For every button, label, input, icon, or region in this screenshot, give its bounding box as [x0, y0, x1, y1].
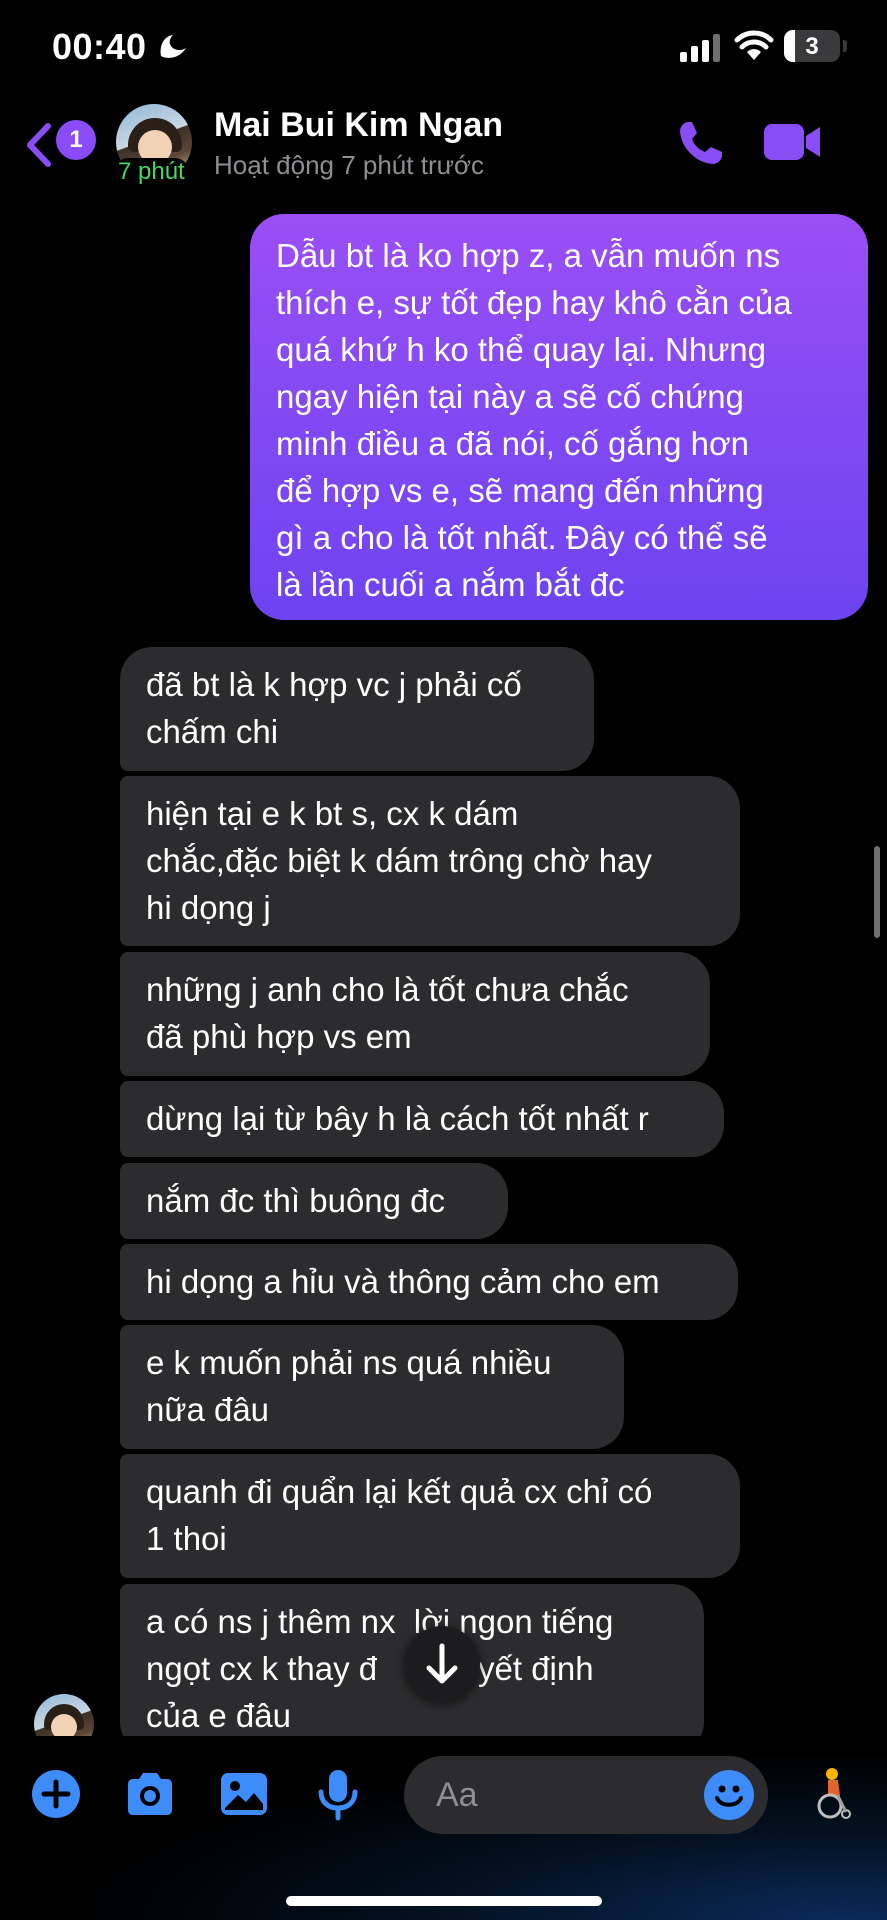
- signal-icon: [680, 34, 720, 62]
- gallery-button[interactable]: [216, 1766, 272, 1822]
- scrollbar[interactable]: [874, 846, 880, 938]
- battery-level: 3: [805, 33, 819, 60]
- message-line: quanh đi quẩn lại kết quả cx chỉ có: [146, 1473, 653, 1510]
- incoming-message[interactable]: những j anh cho là tốt chưa chắc đã phù …: [120, 952, 710, 1076]
- quick-reaction-button[interactable]: [810, 1766, 854, 1820]
- back-chevron-icon: [27, 123, 51, 167]
- message-line: những j anh cho là tốt chưa chắc: [146, 971, 629, 1008]
- message-line: chấm chi: [146, 713, 279, 750]
- contact-name[interactable]: Mai Bui Kim Ngan: [214, 106, 503, 145]
- active-time-tag: 7 phút: [114, 158, 189, 186]
- message-line: đã phù hợp vs em: [146, 1018, 412, 1055]
- emoji-icon: [715, 1785, 743, 1807]
- call-button[interactable]: [676, 118, 726, 168]
- wheelchair-emoji-icon: [817, 1768, 851, 1819]
- composer-bar: [0, 1736, 887, 1920]
- arrow-down-icon: [426, 1643, 458, 1684]
- incoming-message[interactable]: quanh đi quẩn lại kết quả cx chỉ có 1 th…: [120, 1454, 740, 1578]
- message-line: 1 thoi: [146, 1520, 227, 1557]
- message-line: hi dọng a hỉu và thông cảm cho em: [146, 1263, 660, 1300]
- video-call-button[interactable]: [762, 120, 824, 164]
- do-not-disturb-icon: [160, 35, 186, 58]
- status-bar: 00:40 3: [0, 0, 887, 100]
- incoming-message[interactable]: e k muốn phải ns quá nhiều nữa đâu: [120, 1325, 624, 1449]
- message-line: minh điều a đã nói, cố gắng hơn: [276, 425, 749, 462]
- message-line: nắm đc thì buông đc: [146, 1182, 446, 1219]
- message-thread[interactable]: Dẫu bt là ko hợp z, a vẫn muốn ns thích …: [0, 200, 887, 1736]
- message-line: quá khứ h ko thể quay lại. Nhưng: [276, 331, 766, 368]
- plus-button[interactable]: [28, 1766, 84, 1822]
- camera-button[interactable]: [122, 1766, 178, 1822]
- incoming-message[interactable]: hi dọng a hỉu và thông cảm cho em: [120, 1244, 738, 1320]
- message-line: thích e, sự tốt đẹp hay khô cằn của: [276, 284, 792, 321]
- message-line: đã bt là k hợp vc j phải cố: [146, 666, 522, 703]
- unread-badge: 1: [56, 120, 96, 160]
- message-line: e k muốn phải ns quá nhiều: [146, 1344, 552, 1381]
- conversation-header: 1 7 phút Mai Bui Kim Ngan Hoạt động 7 ph…: [0, 100, 887, 200]
- contact-status: Hoạt động 7 phút trước: [214, 150, 485, 180]
- message-line: ngay hiện tại này a sẽ cố chứng: [276, 378, 744, 415]
- message-line: hi dọng j: [146, 889, 271, 926]
- voice-button[interactable]: [310, 1766, 366, 1822]
- message-line: chắc,đặc biệt k dám trông chờ hay: [146, 842, 652, 879]
- microphone-icon: [318, 1770, 358, 1821]
- incoming-message[interactable]: đã bt là k hợp vc j phải cố chấm chi: [120, 647, 594, 771]
- scroll-to-bottom-button[interactable]: [404, 1626, 480, 1702]
- wifi-icon: [734, 30, 774, 60]
- status-time: 00:40: [52, 26, 147, 67]
- emoji-button[interactable]: [704, 1770, 754, 1820]
- photo-icon: [221, 1773, 267, 1815]
- plus-icon: [32, 1770, 80, 1818]
- message-line: nữa đâu: [146, 1391, 270, 1428]
- incoming-message[interactable]: dừng lại từ bây h là cách tốt nhất r: [120, 1081, 724, 1157]
- camera-icon: [128, 1773, 172, 1815]
- incoming-message[interactable]: hiện tại e k bt s, cx k dám chắc,đặc biệ…: [120, 776, 740, 946]
- outgoing-message[interactable]: Dẫu bt là ko hợp z, a vẫn muốn ns thích …: [250, 214, 868, 620]
- message-line: dừng lại từ bây h là cách tốt nhất r: [146, 1100, 649, 1137]
- message-line: hiện tại e k bt s, cx k dám: [146, 795, 519, 832]
- battery-icon: 3: [784, 30, 847, 62]
- incoming-message[interactable]: nắm đc thì buông đc: [120, 1163, 508, 1239]
- message-line: gì a cho là tốt nhất. Đây có thể sẽ: [276, 519, 768, 556]
- message-line: Dẫu bt là ko hợp z, a vẫn muốn ns: [276, 237, 781, 274]
- message-line: để hợp vs e, sẽ mang đến những: [276, 472, 764, 509]
- phone-icon: [680, 122, 722, 164]
- message-line: là lần cuối a nắm bắt đc: [276, 566, 625, 603]
- video-camera-icon: [764, 124, 820, 160]
- home-indicator: [286, 1896, 602, 1906]
